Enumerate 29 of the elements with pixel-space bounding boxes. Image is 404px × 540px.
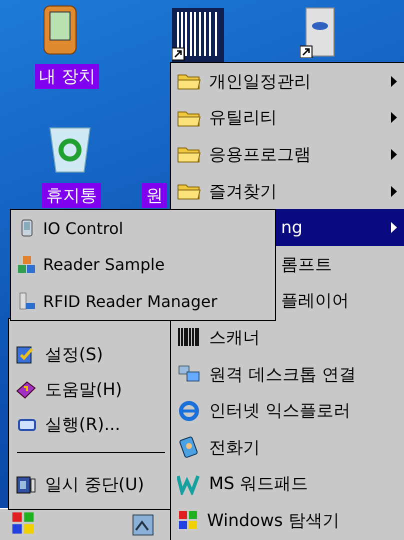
w-letter-icon (177, 472, 201, 495)
desktop-icon-label[interactable]: 원 (142, 183, 167, 208)
windows-flag-icon (10, 510, 36, 536)
flyout-menu-item[interactable]: RFID Reader Manager (11, 283, 275, 320)
start-menu-item[interactable]: 도움말(H) (9, 372, 173, 407)
barcode-icon (177, 326, 201, 348)
programs-menu-item[interactable]: 응용프로그램 (171, 136, 404, 173)
barcode-shortcut-icon[interactable] (172, 8, 224, 62)
start-menu-item[interactable]: 설정(S) (9, 337, 173, 372)
programs-menu-item[interactable]: 스캐너 (171, 319, 404, 356)
server-shortcut-icon[interactable] (300, 6, 336, 58)
blocks-icon (17, 254, 37, 275)
tray-app-icon[interactable] (132, 514, 154, 536)
reader-device-icon (17, 291, 37, 312)
programs-menu-item[interactable]: 즐겨찾기 (171, 172, 404, 210)
programs-menu-item[interactable]: 원격 데스크톱 연결 (171, 356, 404, 392)
start-menu-item[interactable]: 일시 중단(U) (9, 467, 173, 502)
programs-menu-item[interactable]: MS 워드패드 (171, 466, 404, 502)
flyout-menu-item[interactable]: Reader Sample (11, 246, 275, 284)
desktop-icon-label[interactable]: 휴지통 (42, 183, 101, 208)
flag-icon (177, 509, 199, 532)
programs-menu-item[interactable]: 인터넷 익스플로러 (171, 392, 404, 429)
programs-menu-item[interactable]: 유틸리티 (171, 100, 404, 136)
start-menu-item[interactable]: 실행(R)... (9, 407, 173, 442)
programs-menu-item[interactable]: 전화기 (171, 428, 404, 466)
programs-menu-item[interactable]: Windows 탐색기 (171, 502, 404, 539)
programs-menu-item[interactable]: 개인일정관리 (171, 63, 404, 100)
suspend-icon (15, 474, 37, 496)
desktop-icon-label[interactable]: 내 장치 (35, 64, 100, 89)
